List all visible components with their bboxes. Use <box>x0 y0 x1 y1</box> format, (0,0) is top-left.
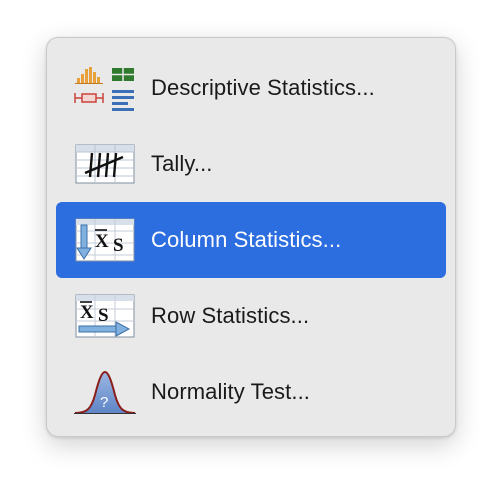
svg-text:X: X <box>80 302 94 323</box>
menu-item-normality-test[interactable]: ? Normality Test... <box>56 354 446 430</box>
menu-item-tally[interactable]: Tally... <box>56 126 446 202</box>
context-menu: Descriptive Statistics... Tally... X S C… <box>46 37 456 437</box>
svg-text:S: S <box>113 235 124 256</box>
tally-icon <box>73 141 137 187</box>
descriptive-statistics-icon <box>73 65 137 111</box>
svg-text:S: S <box>98 305 109 326</box>
menu-item-column-statistics[interactable]: X S Column Statistics... <box>56 202 446 278</box>
menu-item-label: Row Statistics... <box>151 303 310 328</box>
normality-test-icon: ? <box>73 369 137 415</box>
menu-item-label: Tally... <box>151 151 213 176</box>
menu-item-label: Column Statistics... <box>151 227 342 252</box>
menu-item-row-statistics[interactable]: X S Row Statistics... <box>56 278 446 354</box>
svg-text:?: ? <box>100 394 108 411</box>
menu-item-label: Normality Test... <box>151 379 310 404</box>
svg-text:X: X <box>95 231 109 252</box>
row-statistics-icon: X S <box>73 293 137 339</box>
menu-item-label: Descriptive Statistics... <box>151 75 375 100</box>
column-statistics-icon: X S <box>73 217 137 263</box>
menu-item-descriptive-statistics[interactable]: Descriptive Statistics... <box>56 50 446 126</box>
